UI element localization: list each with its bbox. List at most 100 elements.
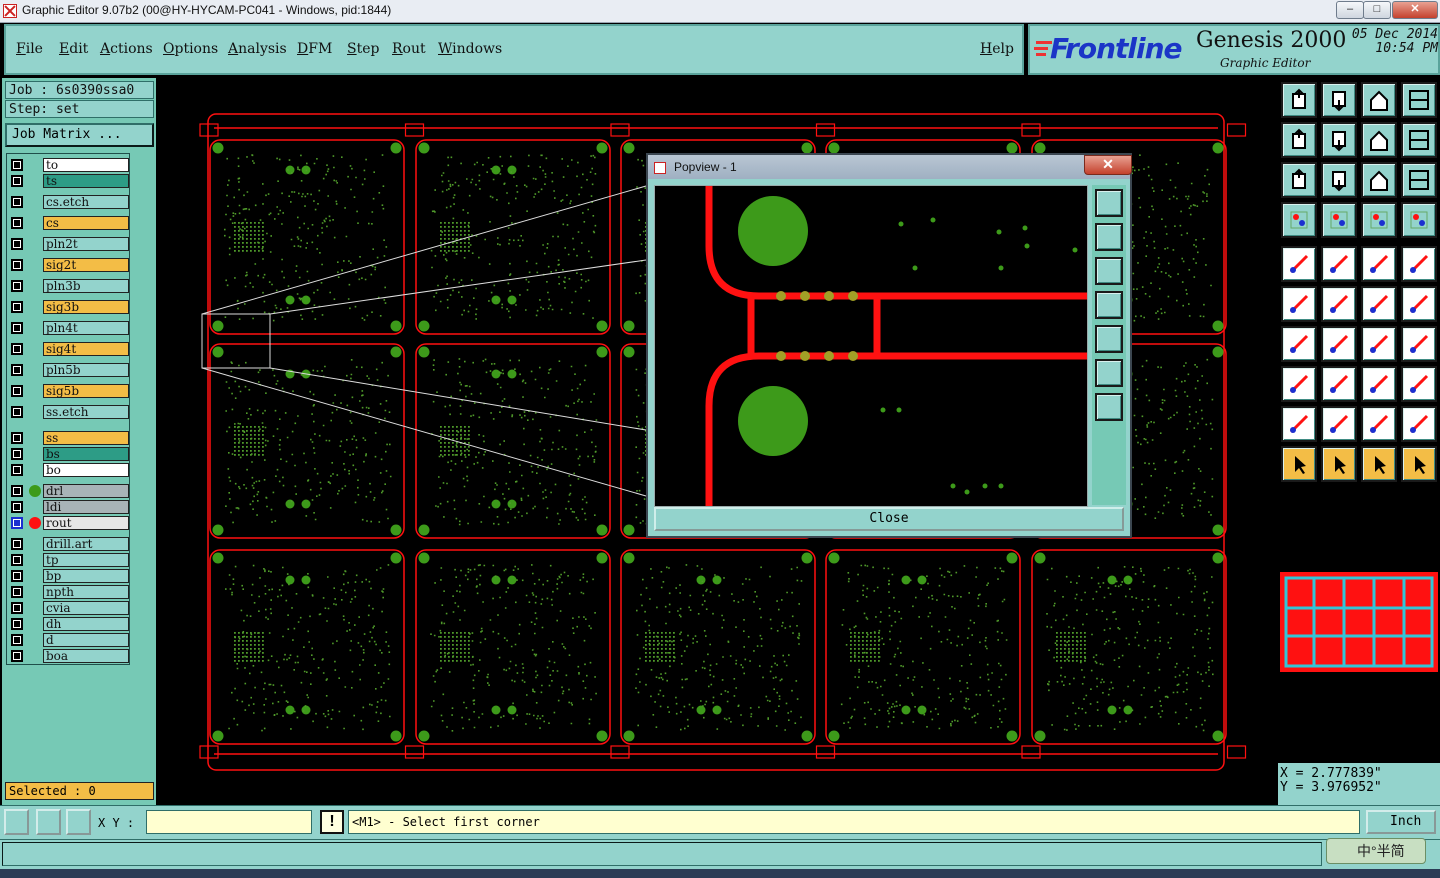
layer-row-pln2t[interactable]: pln2t — [8, 237, 129, 251]
line-add-icon[interactable] — [1361, 286, 1397, 322]
layer-name[interactable]: pln4t — [43, 321, 129, 335]
layer-row-rout[interactable]: rout — [8, 516, 129, 530]
pad-select-icon[interactable] — [1281, 246, 1317, 282]
step-down-icon[interactable] — [1321, 82, 1357, 118]
menu-help[interactable]: Help — [980, 41, 1014, 57]
layer-checkbox[interactable] — [11, 364, 23, 376]
units-selector[interactable]: Inch — [1366, 810, 1436, 834]
layer-row-pln4t[interactable]: pln4t — [8, 321, 129, 335]
layer-name[interactable]: pln5b — [43, 363, 129, 377]
layer-checkbox[interactable] — [11, 602, 23, 614]
point-icon[interactable] — [1281, 366, 1317, 402]
layer-row-bs[interactable]: bs — [8, 447, 129, 461]
diagonal-icon[interactable] — [1321, 326, 1357, 362]
copy-icon[interactable] — [1401, 366, 1437, 402]
layer-row-sig4t[interactable]: sig4t — [8, 342, 129, 356]
popview-fit-icon[interactable] — [1095, 359, 1123, 387]
menu-analysis[interactable]: Analysis — [228, 41, 287, 57]
feature-edit-icon[interactable] — [1321, 246, 1357, 282]
swap-icon[interactable] — [1361, 122, 1397, 158]
close-window-button[interactable]: ✕ — [1392, 1, 1438, 19]
layer-row-sig2t[interactable]: sig2t — [8, 258, 129, 272]
warning-icon[interactable]: ! — [320, 810, 344, 834]
layer-row-npth[interactable]: npth — [8, 585, 129, 599]
measure-tool-icon[interactable] — [36, 809, 61, 835]
popview-pan-left-icon[interactable] — [1095, 291, 1123, 319]
pan-left-icon[interactable] — [1281, 122, 1317, 158]
layer-checkbox[interactable] — [11, 618, 23, 630]
layer-name[interactable]: npth — [43, 585, 129, 599]
popview-close-button[interactable]: Close — [654, 507, 1124, 531]
menu-options[interactable]: Options — [163, 41, 218, 57]
layer-checkbox[interactable] — [11, 385, 23, 397]
layer-name[interactable]: cs — [43, 216, 129, 230]
popview-title-bar[interactable]: Popview - 1 — [648, 155, 1130, 179]
node-select-icon[interactable] — [1281, 286, 1317, 322]
layer-name[interactable]: d — [43, 633, 129, 647]
layer-row-tp[interactable]: tp — [8, 553, 129, 567]
layer-name[interactable]: boa — [43, 649, 129, 663]
popview-zoom-down-icon[interactable] — [1095, 257, 1123, 285]
layer-row-drill-art[interactable]: drill.art — [8, 537, 129, 551]
layer-row-pln3b[interactable]: pln3b — [8, 279, 129, 293]
layer-checkbox[interactable] — [11, 448, 23, 460]
zoom-center-icon[interactable] — [1321, 162, 1357, 198]
menu-rout[interactable]: Rout — [392, 41, 426, 57]
layer-checkbox[interactable] — [11, 238, 23, 250]
layer-row-cvia[interactable]: cvia — [8, 601, 129, 615]
maximize-button[interactable]: □ — [1363, 1, 1391, 19]
menu-actions[interactable]: Actions — [100, 41, 153, 57]
triangle-d-icon[interactable] — [1401, 406, 1437, 442]
one-to-two-icon[interactable] — [1361, 162, 1397, 198]
layer-row-pln5b[interactable]: pln5b — [8, 363, 129, 377]
s-curve-icon[interactable] — [1401, 122, 1437, 158]
menu-windows[interactable]: Windows — [438, 41, 502, 57]
layer-checkbox[interactable] — [11, 586, 23, 598]
layer-name[interactable]: ss — [43, 431, 129, 445]
fit-screen-icon[interactable] — [1281, 162, 1317, 198]
layer-checkbox[interactable] — [11, 159, 23, 171]
menu-edit[interactable]: Edit — [59, 41, 88, 57]
zoom-window-tool-icon[interactable] — [4, 809, 29, 835]
xy-input[interactable] — [146, 810, 312, 834]
layer-checkbox[interactable] — [11, 485, 23, 497]
cursor-circle-icon[interactable] — [1361, 446, 1397, 482]
layer-row-to[interactable]: to — [8, 158, 129, 172]
layer-checkbox[interactable] — [11, 501, 23, 513]
triangle-a-icon[interactable] — [1281, 406, 1317, 442]
layer-name[interactable]: tp — [43, 553, 129, 567]
layer-name[interactable]: drill.art — [43, 537, 129, 551]
layer-checkbox[interactable] — [11, 538, 23, 550]
arc-icon[interactable] — [1361, 326, 1397, 362]
layer-name[interactable]: pln2t — [43, 237, 129, 251]
transform-icon[interactable] — [1401, 326, 1437, 362]
layer-checkbox[interactable] — [11, 196, 23, 208]
layer-row-drl[interactable]: drl — [8, 484, 129, 498]
cursor-icon[interactable] — [1281, 446, 1317, 482]
popview-pan-right-icon[interactable] — [1095, 325, 1123, 353]
layer-name[interactable]: bp — [43, 569, 129, 583]
layer-checkbox[interactable] — [11, 301, 23, 313]
popview-close-x-button[interactable]: ✕ — [1084, 155, 1132, 175]
layer-checkbox[interactable] — [11, 517, 23, 529]
layer-name[interactable]: drl — [43, 484, 129, 498]
pan-right-icon[interactable] — [1321, 122, 1357, 158]
line-move-icon[interactable] — [1401, 286, 1437, 322]
layer-toggle-icon[interactable] — [1401, 202, 1437, 238]
layer-row-boa[interactable]: boa — [8, 649, 129, 663]
measure-icon[interactable] — [1361, 366, 1397, 402]
layer-name[interactable]: cs.etch — [43, 195, 129, 209]
popview-zoom-fit-icon[interactable] — [1095, 393, 1123, 421]
layer-name[interactable]: sig3b — [43, 300, 129, 314]
layer-name[interactable]: ss.etch — [43, 405, 129, 419]
layer-row-bo[interactable]: bo — [8, 463, 129, 477]
layer-name[interactable]: sig2t — [43, 258, 129, 272]
layer-name[interactable]: ts — [43, 174, 129, 188]
popview-tool-1[interactable] — [1095, 189, 1123, 217]
ruler-icon[interactable] — [1361, 246, 1397, 282]
layer-checkbox[interactable] — [11, 343, 23, 355]
layer-row-cs[interactable]: cs — [8, 216, 129, 230]
layer-name[interactable]: ldi — [43, 500, 129, 514]
layer-checkbox[interactable] — [11, 406, 23, 418]
cursor-route-icon[interactable] — [1401, 446, 1437, 482]
